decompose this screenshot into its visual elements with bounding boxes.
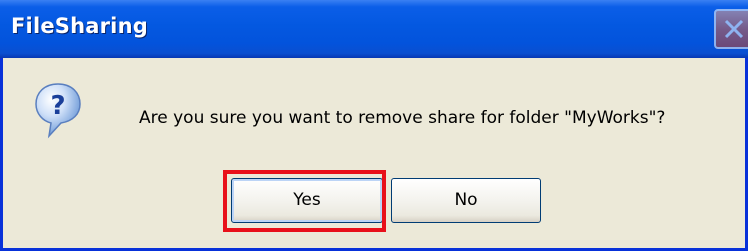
title-bar[interactable]: FileSharing <box>0 0 748 58</box>
yes-button[interactable]: Yes <box>231 178 383 223</box>
close-button[interactable] <box>714 9 748 49</box>
window-title: FileSharing <box>11 14 148 38</box>
question-icon: ? <box>35 83 81 139</box>
no-button[interactable]: No <box>391 178 541 223</box>
dialog-window: FileSharing ? Are you sure you want to r… <box>0 0 748 251</box>
close-icon <box>724 19 744 39</box>
confirmation-message: Are you sure you want to remove share fo… <box>139 108 666 128</box>
svg-text:?: ? <box>50 91 65 121</box>
